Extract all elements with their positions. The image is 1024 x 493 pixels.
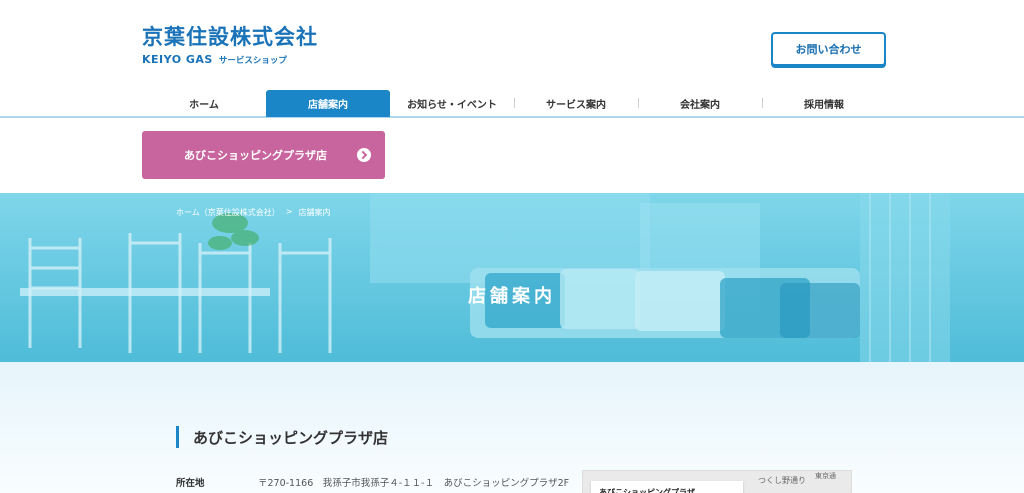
- address-label: 所在地: [176, 478, 205, 489]
- nav-item-company[interactable]: 会社案内: [638, 90, 762, 117]
- hero-background-illustration: [0, 193, 1024, 362]
- store-link-button[interactable]: あびこショッピングプラザ店: [142, 131, 385, 179]
- address-value: 〒270-1166 我孫子市我孫子４-１１-１ あびこショッピングプラザ2F: [258, 478, 570, 489]
- nav-item-stores[interactable]: 店舗案内: [266, 90, 390, 117]
- site-header: 京葉住設株式会社 KEIYO GAS サービスショップ お問い合わせ: [0, 0, 1024, 88]
- map-road-label-2: 東京通: [815, 472, 836, 480]
- content-area: [0, 362, 1024, 493]
- nav-item-news[interactable]: お知らせ・イベント: [390, 90, 514, 117]
- nav-divider: [0, 116, 1024, 118]
- breadcrumb: ホーム（京葉住設株式会社） > 店舗案内: [176, 207, 330, 218]
- nav-item-recruit[interactable]: 採用情報: [762, 90, 886, 117]
- store-section-title: あびこショッピングプラザ店: [176, 426, 388, 448]
- store-map[interactable]: あびこショッピングプラザ つくし野通り 東京通: [582, 470, 852, 493]
- company-logo[interactable]: 京葉住設株式会社 KEIYO GAS サービスショップ: [142, 27, 318, 66]
- main-nav: ホーム 店舗案内 お知らせ・イベント サービス案内 会社案内 採用情報: [142, 90, 886, 117]
- chevron-right-icon: [357, 148, 371, 162]
- nav-item-services[interactable]: サービス案内: [514, 90, 638, 117]
- breadcrumb-separator: >: [285, 207, 293, 216]
- map-road-label: つくし野通り: [758, 476, 806, 485]
- shop-label: サービスショップ: [218, 56, 287, 66]
- contact-button[interactable]: お問い合わせ: [771, 32, 886, 66]
- nav-item-home[interactable]: ホーム: [142, 90, 266, 117]
- company-name: 京葉住設株式会社: [142, 25, 318, 49]
- breadcrumb-current: 店舗案内: [298, 208, 331, 217]
- hero-banner: [0, 193, 1024, 362]
- page-title: 店舗案内: [468, 286, 556, 307]
- map-info-card: あびこショッピングプラザ: [591, 481, 743, 493]
- breadcrumb-home[interactable]: ホーム（京葉住設株式会社）: [176, 207, 280, 218]
- logo-subline: KEIYO GAS サービスショップ: [142, 54, 318, 66]
- brand-name: KEIYO GAS: [142, 53, 213, 66]
- store-link-label: あびこショッピングプラザ店: [184, 149, 327, 162]
